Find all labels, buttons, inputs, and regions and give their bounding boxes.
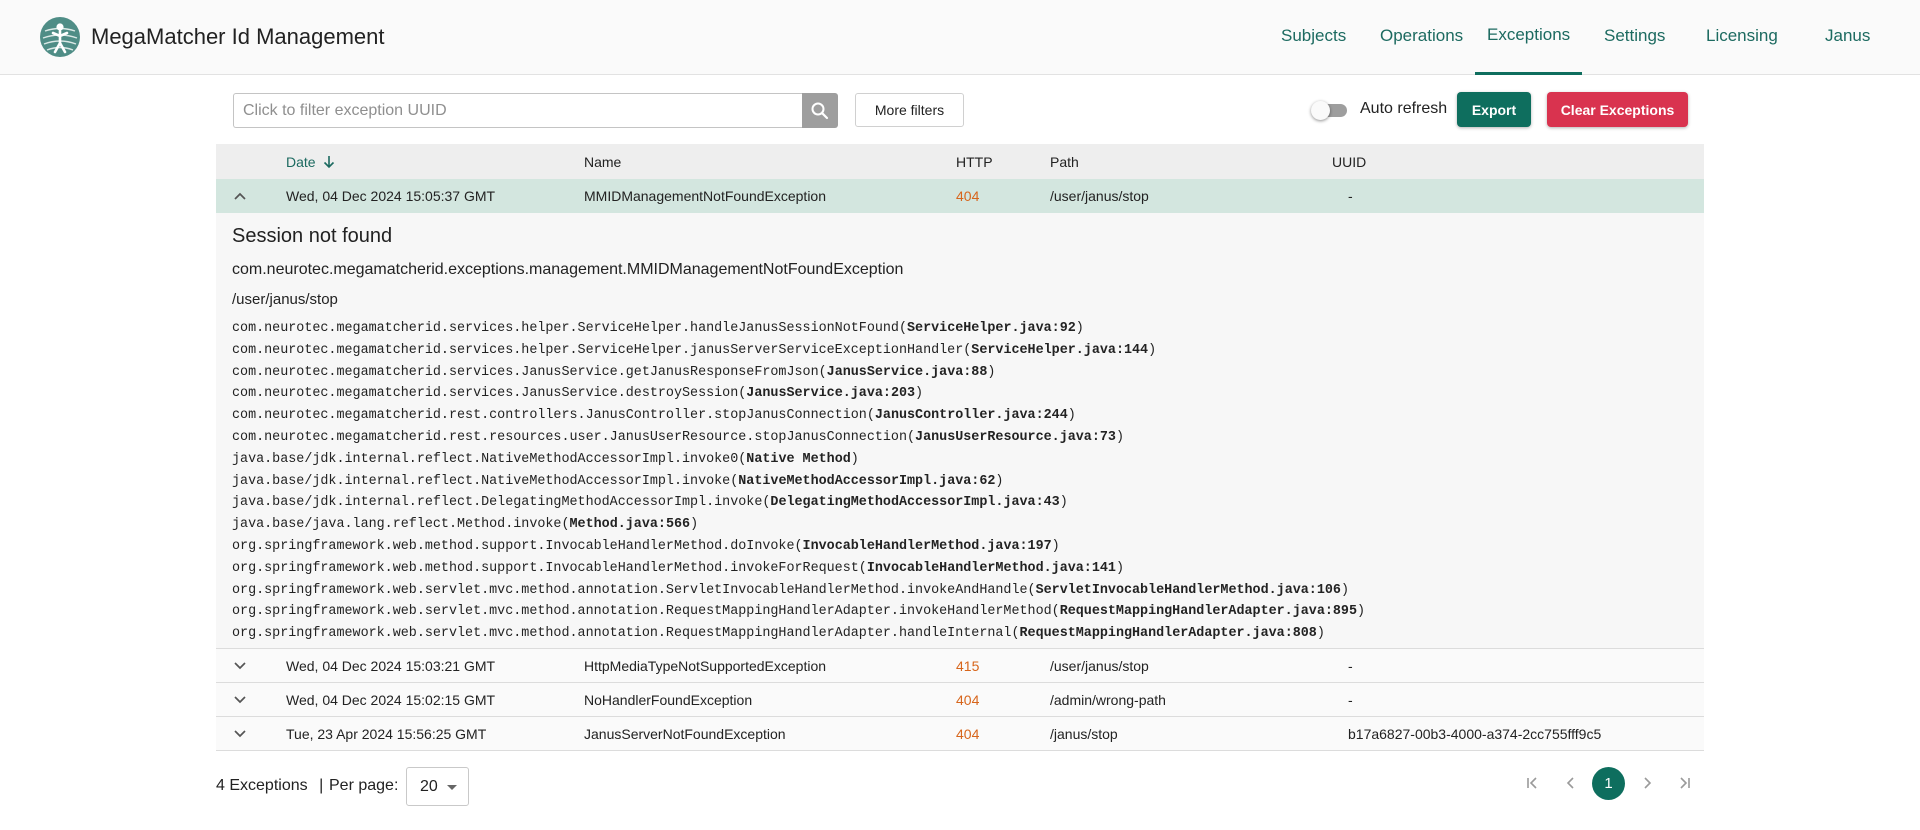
cell-uuid: - [1348,658,1353,674]
nav-item-licensing[interactable]: Licensing [1706,26,1778,46]
exception-class: com.neurotec.megamatcherid.exceptions.ma… [232,261,904,278]
caret-down-icon [447,785,457,790]
search-icon [811,102,829,119]
column-header-uuid: UUID [1332,154,1367,170]
column-header-http: HTTP [956,154,993,170]
stack-line: org.springframework.web.method.support.I… [232,560,1124,576]
cell-path: /user/janus/stop [1050,188,1149,204]
stack-line: com.neurotec.megamatcherid.services.help… [232,342,1157,358]
stack-line: com.neurotec.megamatcherid.services.help… [232,321,1084,336]
app-header: MegaMatcher Id Management Subjects Opera… [0,0,1920,75]
exception-message: Session not found [232,225,393,247]
stack-line: org.springframework.web.method.support.I… [232,538,1060,554]
nav-item-exceptions[interactable]: Exceptions [1487,25,1570,45]
clear-exceptions-button[interactable]: Clear Exceptions [1547,92,1688,127]
more-filters-button[interactable]: More filters [855,93,964,127]
cell-uuid: - [1348,188,1353,204]
cell-name: MMIDManagementNotFoundException [584,188,827,204]
chevron-down-icon[interactable] [231,692,249,708]
table-row[interactable]: Wed, 04 Dec 2024 15:03:21 GMT HttpMediaT… [216,649,1704,683]
stack-line: org.springframework.web.servlet.mvc.meth… [232,626,1325,642]
nav-item-subjects[interactable]: Subjects [1281,26,1346,46]
per-page-select[interactable]: 20 [406,767,469,806]
cell-path: /admin/wrong-path [1050,692,1166,708]
cell-name: HttpMediaTypeNotSupportedException [584,658,827,674]
auto-refresh-label: Auto refresh [1360,100,1448,117]
stack-line: java.base/jdk.internal.reflect.NativeMet… [232,451,859,467]
stack-line: com.neurotec.megamatcherid.services.Janu… [232,364,996,380]
exceptions-count-text: 4 Exceptions [216,777,308,794]
active-tab-indicator [1475,72,1582,75]
cell-date: Wed, 04 Dec 2024 15:03:21 GMT [286,658,496,674]
nav-item-operations[interactable]: Operations [1380,26,1463,46]
cell-path: /janus/stop [1050,726,1118,742]
chevron-left-icon [1566,777,1574,789]
table-row[interactable]: Wed, 04 Dec 2024 15:02:15 GMT NoHandlerF… [216,683,1704,717]
first-page-icon [1527,777,1537,789]
table-row[interactable]: Tue, 23 Apr 2024 15:56:25 GMT JanusServe… [216,717,1704,751]
cell-name: JanusServerNotFoundException [584,726,786,742]
table-row[interactable]: Wed, 04 Dec 2024 15:05:37 GMT MMIDManage… [216,179,1704,213]
cell-date: Wed, 04 Dec 2024 15:02:15 GMT [286,692,496,708]
next-page-button[interactable] [1637,773,1657,793]
chevron-down-icon[interactable] [231,658,249,674]
cell-date: Tue, 23 Apr 2024 15:56:25 GMT [286,726,487,742]
last-page-icon [1680,777,1690,789]
exception-path: /user/janus/stop [232,291,338,308]
chevron-up-icon[interactable] [231,188,249,204]
nav-item-settings[interactable]: Settings [1604,26,1665,46]
stack-line: java.base/jdk.internal.reflect.Delegatin… [232,495,1068,511]
cell-http: 404 [956,692,980,708]
stack-line: java.base/java.lang.reflect.Method.invok… [232,517,699,533]
table-header: Date Name HTTP Path UUID [216,144,1704,179]
exceptions-count: 4 Exceptions | [216,777,323,795]
cell-uuid: b17a6827-00b3-4000-a374-2cc755fff9c5 [1348,726,1602,742]
stack-line: com.neurotec.megamatcherid.services.Janu… [232,386,924,402]
search-button[interactable] [802,93,838,128]
cell-name: NoHandlerFoundException [584,692,753,708]
per-page-value: 20 [420,778,438,795]
app-title: MegaMatcher Id Management [91,24,385,49]
previous-page-button[interactable] [1561,773,1581,793]
search-input[interactable] [234,94,803,127]
stack-line: com.neurotec.megamatcherid.rest.controll… [232,408,1076,424]
chevron-down-icon[interactable] [231,726,249,742]
stack-line: com.neurotec.megamatcherid.rest.resource… [232,429,1124,445]
stack-line: java.base/jdk.internal.reflect.NativeMet… [232,473,1004,489]
column-header-path: Path [1050,154,1079,170]
cell-uuid: - [1348,692,1353,708]
cell-http: 404 [956,726,980,742]
nav-item-janus[interactable]: Janus [1825,26,1870,46]
auto-refresh-toggle[interactable] [1311,101,1347,120]
exceptions-table: Date Name HTTP Path UUID Wed, 04 Dec 202… [216,144,1704,751]
cell-http: 415 [956,658,980,674]
stack-trace: com.neurotec.megamatcherid.services.help… [232,321,1365,648]
stack-line: org.springframework.web.servlet.mvc.meth… [232,604,1366,620]
toggle-knob [1311,101,1330,120]
page-1-button[interactable]: 1 [1592,767,1625,800]
count-separator: | [319,777,324,794]
exception-details: Session not found com.neurotec.megamatch… [216,213,1704,649]
cell-http: 404 [956,188,980,204]
arrow-down-icon [323,156,334,169]
megamatcher-logo-icon[interactable] [38,16,82,58]
column-header-date-label: Date [286,154,316,170]
first-page-button[interactable] [1522,773,1542,793]
export-button[interactable]: Export [1457,92,1531,127]
last-page-button[interactable] [1675,773,1695,793]
column-header-name: Name [584,154,622,170]
chevron-right-icon [1644,777,1652,789]
per-page-label: Per page: [329,777,399,794]
stack-line: org.springframework.web.servlet.mvc.meth… [232,582,1349,598]
column-header-date[interactable]: Date [286,154,336,170]
search-box [233,93,803,128]
cell-path: /user/janus/stop [1050,658,1149,674]
cell-date: Wed, 04 Dec 2024 15:05:37 GMT [286,188,496,204]
